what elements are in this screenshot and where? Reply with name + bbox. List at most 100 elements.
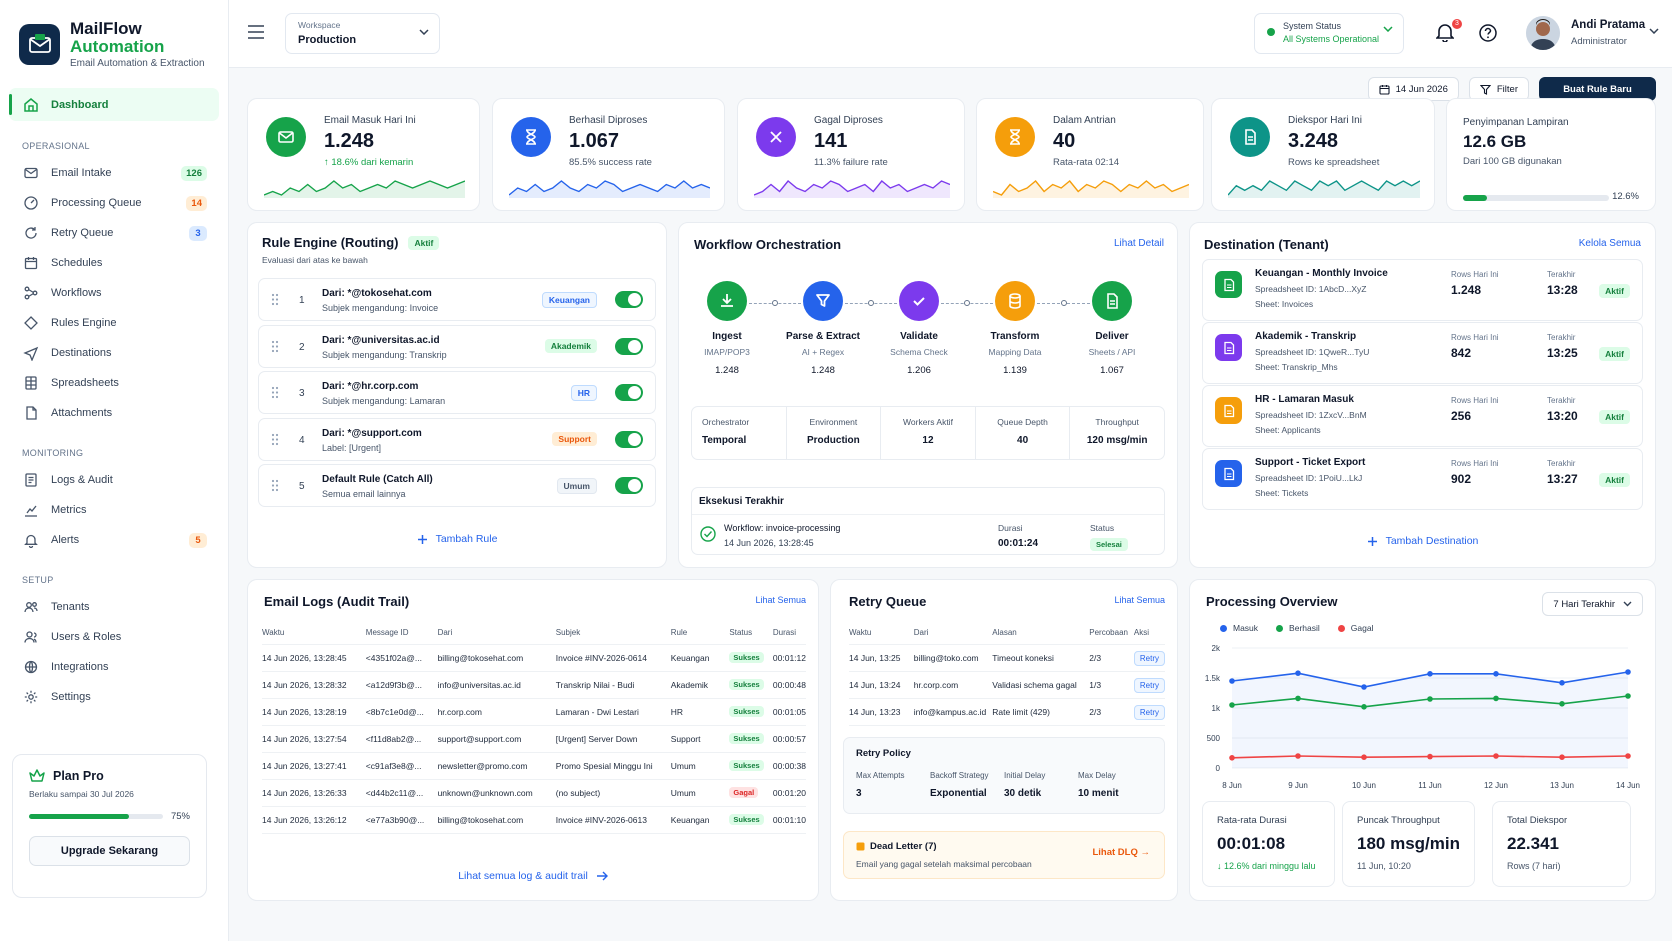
table-cell: newsletter@promo.com [437, 752, 556, 780]
drag-handle-icon[interactable] [271, 340, 279, 353]
table-row[interactable]: 14 Jun, 13:23 info@kampus.ac.id Rate limit… [849, 698, 1165, 726]
column-header[interactable]: Rule [670, 622, 730, 645]
sidebar-item-alerts[interactable]: Alerts 5 [9, 525, 219, 555]
workflow-step[interactable]: Transform Mapping Data 1.139 [975, 281, 1055, 376]
kpi-label: Diekspor Hari Ini [1288, 115, 1362, 126]
last-value: 13:25 [1547, 346, 1578, 360]
logs-view-all-link[interactable]: Lihat Semua [755, 595, 806, 605]
workflow-detail-link[interactable]: Lihat Detail [1114, 238, 1164, 249]
rule-row[interactable]: 4 Dari: *@support.com Label: [Urgent] Suppo… [258, 417, 656, 461]
retry-view-all-link[interactable]: Lihat Semua [1114, 595, 1165, 605]
destination-row[interactable]: Akademik - Transkrip Spreadsheet ID: 1Qwe… [1202, 322, 1643, 384]
drag-handle-icon[interactable] [271, 293, 279, 306]
sidebar-item-workflows[interactable]: Workflows [9, 278, 219, 308]
add-rule-button[interactable]: Tambah Rule [248, 533, 666, 545]
retry-button[interactable]: Retry [1133, 704, 1165, 720]
avatar[interactable] [1526, 16, 1560, 50]
table-row[interactable]: 14 Jun, 13:25 billing@toko.com Timeout kon… [849, 644, 1165, 672]
sidebar-item-metrics[interactable]: Metrics [9, 495, 219, 525]
drag-handle-icon[interactable] [271, 433, 279, 446]
retry-button[interactable]: Retry [1133, 677, 1165, 693]
table-row[interactable]: 14 Jun 2026, 13:27:54 <f11d8ab2@... suppor… [262, 725, 806, 753]
column-header[interactable]: Dari [913, 622, 993, 645]
table-row[interactable]: 14 Jun 2026, 13:28:45 <4351f02a@... billin… [262, 644, 806, 672]
workflow-step[interactable]: Parse & Extract AI + Regex 1.248 [783, 281, 863, 376]
column-header[interactable]: Message ID [365, 622, 438, 645]
sidebar-item-integrations[interactable]: Integrations [9, 652, 219, 682]
column-header[interactable]: Dari [437, 622, 556, 645]
table-cell: unknown@unknown.com [437, 779, 556, 807]
sidebar-item-settings[interactable]: Settings [9, 682, 219, 712]
workflow-step[interactable]: Deliver Sheets / API 1.067 [1072, 281, 1152, 376]
refresh-icon [25, 227, 37, 239]
sidebar-item-logs-audit[interactable]: Logs & Audit [9, 465, 219, 495]
sidebar-item-rules-engine[interactable]: Rules Engine [9, 308, 219, 338]
column-header[interactable]: Subjek [555, 622, 671, 645]
retry-button[interactable]: Retry [1133, 650, 1165, 666]
sidebar-item-dashboard[interactable]: Dashboard [9, 88, 219, 121]
table-row[interactable]: 14 Jun 2026, 13:28:32 <a12d9f3b@... info@u… [262, 671, 806, 699]
sidebar-item-attachments[interactable]: Attachments [9, 398, 219, 428]
rule-toggle[interactable] [615, 291, 643, 308]
workflow-connector-dot [772, 300, 778, 306]
rule-toggle[interactable] [615, 477, 643, 494]
column-header[interactable]: Percobaan [1089, 622, 1134, 645]
range-select[interactable]: 7 Hari Terakhir [1542, 592, 1643, 616]
sidebar-item-label: Tenants [51, 601, 90, 613]
system-status[interactable]: System Status All Systems Operational [1254, 13, 1404, 54]
column-header[interactable]: Aksi [1133, 622, 1165, 645]
upgrade-button[interactable]: Upgrade Sekarang [29, 836, 190, 866]
hourglass-icon [995, 117, 1035, 157]
table-cell: 14 Jun, 13:24 [849, 671, 914, 699]
menu-icon[interactable] [247, 25, 265, 39]
column-header[interactable]: Status [729, 622, 773, 645]
sidebar-item-spreadsheets[interactable]: Spreadsheets [9, 368, 219, 398]
workflow-step[interactable]: Ingest IMAP/POP3 1.248 [687, 281, 767, 376]
rule-toggle[interactable] [615, 337, 643, 355]
column-header[interactable]: Alasan [992, 622, 1090, 645]
sidebar-item-retry-queue[interactable]: Retry Queue 3 [9, 218, 219, 248]
table-row[interactable]: 14 Jun, 13:24 hr.corp.com Validasi schema … [849, 671, 1165, 699]
status-badge: Aktif [408, 235, 440, 250]
sidebar-item-destinations[interactable]: Destinations [9, 338, 219, 368]
column-header[interactable]: Waktu [262, 622, 366, 645]
sidebar-item-processing-queue[interactable]: Processing Queue 14 [9, 188, 219, 218]
drag-handle-icon[interactable] [271, 479, 279, 492]
sidebar-item-users-roles[interactable]: Users & Roles [9, 622, 219, 652]
orchestrator-stat-label: Queue Depth [997, 417, 1048, 427]
rule-row[interactable]: 3 Dari: *@hr.corp.com Subjek mengandung: L… [258, 371, 656, 414]
series-point [1229, 678, 1235, 684]
destination-row[interactable]: Support - Ticket Export Spreadsheet ID: 1… [1202, 448, 1643, 510]
sidebar-item-tenants[interactable]: Tenants [9, 592, 219, 622]
check-icon [899, 281, 939, 321]
destination-row[interactable]: HR - Lamaran Masuk Spreadsheet ID: 1ZxcV.… [1202, 385, 1643, 447]
help-icon[interactable] [1479, 24, 1497, 42]
view-dlq-link[interactable]: Lihat DLQ → [1092, 847, 1150, 858]
table-cell: [Urgent] Server Down [555, 725, 671, 753]
rule-toggle[interactable] [615, 384, 643, 401]
column-header[interactable]: Waktu [849, 622, 914, 645]
workflow-step[interactable]: Validate Schema Check 1.206 [879, 281, 959, 376]
view-all-logs-button[interactable]: Lihat semua log & audit trail [248, 870, 818, 882]
table-row[interactable]: 14 Jun 2026, 13:26:12 <e77a3b90@... billin… [262, 806, 806, 834]
rule-row[interactable]: 2 Dari: *@universitas.ac.id Subjek mengand… [258, 324, 656, 368]
manage-destinations-link[interactable]: Kelola Semua [1579, 238, 1641, 249]
rule-toggle[interactable] [615, 430, 643, 448]
table-row[interactable]: 14 Jun 2026, 13:26:33 <d44b2c11@... unknow… [262, 779, 806, 807]
table-row[interactable]: 14 Jun 2026, 13:28:19 <8b7c1e0d@... hr.cor… [262, 698, 806, 726]
sidebar-item-schedules[interactable]: Schedules [9, 248, 219, 278]
kpi-subtext: ↑ 18.6% dari kemarin [324, 157, 414, 168]
drag-handle-icon[interactable] [271, 386, 279, 399]
orchestrator-stat-label: Environment [809, 417, 858, 427]
table-row[interactable]: 14 Jun 2026, 13:27:41 <c91af3e8@... newsle… [262, 752, 806, 780]
workspace-select[interactable]: Workspace Production [285, 13, 440, 54]
add-destination-button[interactable]: Tambah Destination [1190, 535, 1655, 547]
orchestrator-stat-label: Orchestrator [702, 417, 750, 427]
rule-row[interactable]: 1 Dari: *@tokosehat.com Subjek mengandung:… [258, 278, 656, 321]
column-header[interactable]: Durasi [772, 622, 806, 645]
destination-row[interactable]: Keuangan - Monthly Invoice Spreadsheet ID… [1202, 259, 1643, 321]
table-cell: Sukses [729, 806, 773, 834]
rule-row[interactable]: 5 Default Rule (Catch All) Semua email lai… [258, 464, 656, 507]
chevron-down-icon[interactable] [1649, 28, 1659, 34]
sidebar-item-email-intake[interactable]: Email Intake 126 [9, 158, 219, 188]
